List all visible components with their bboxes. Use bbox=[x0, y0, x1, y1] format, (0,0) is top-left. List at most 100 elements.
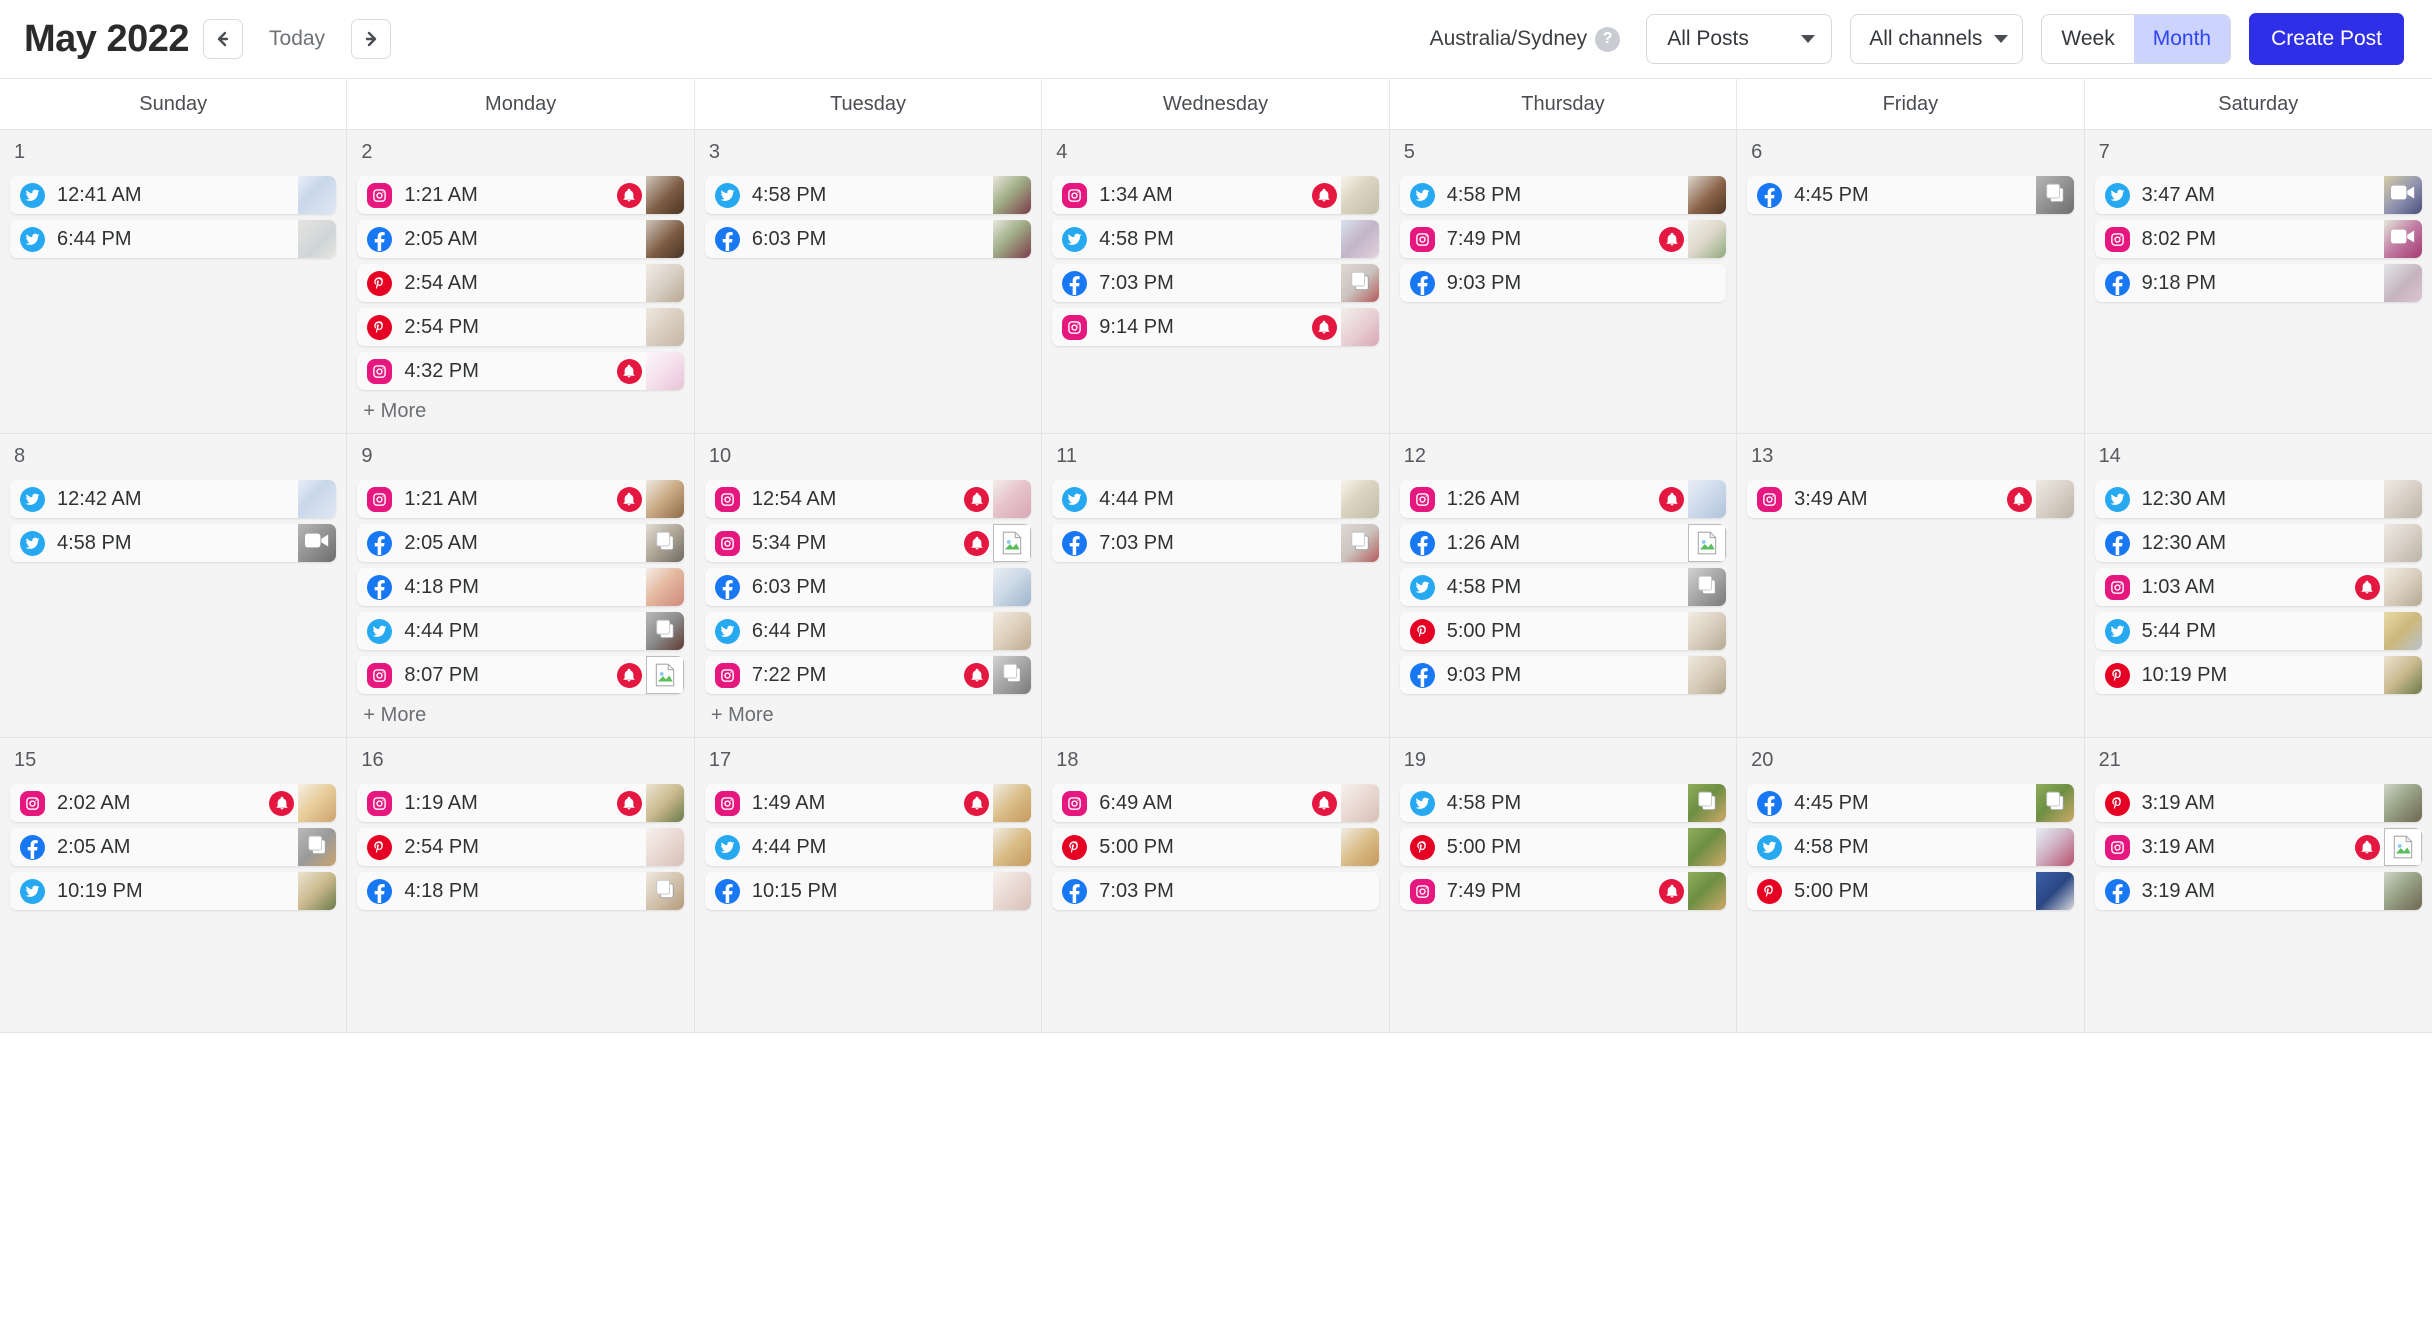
scheduled-post[interactable]: 1:49 AM bbox=[704, 784, 1032, 822]
prev-month-button[interactable] bbox=[203, 19, 244, 59]
calendar-day-cell[interactable]: 20 4:45 PM 4:58 PM 5:00 PM bbox=[1737, 738, 2085, 1032]
notification-bell-icon[interactable] bbox=[964, 486, 990, 512]
channel-filter[interactable]: All channels bbox=[1850, 14, 2024, 64]
notification-bell-icon[interactable] bbox=[964, 790, 990, 816]
calendar-day-cell[interactable]: 10 12:54 AM 5:34 PM 6:03 PM 6:44 PM 7:22 PM + … bbox=[694, 434, 1043, 737]
calendar-day-cell[interactable]: 5 4:58 PM 7:49 PM 9:03 PM bbox=[1389, 130, 1738, 433]
notification-bell-icon[interactable] bbox=[269, 790, 295, 816]
notification-bell-icon[interactable] bbox=[616, 486, 642, 512]
scheduled-post[interactable]: 9:03 PM bbox=[1399, 264, 1727, 302]
scheduled-post[interactable]: 1:26 AM bbox=[1399, 524, 1727, 562]
calendar-day-cell[interactable]: 7 3:47 AM 8:02 PM 9:18 PM bbox=[2084, 130, 2432, 433]
notification-bell-icon[interactable] bbox=[1659, 226, 1685, 252]
scheduled-post[interactable]: 6:49 AM bbox=[1052, 784, 1379, 822]
notification-bell-icon[interactable] bbox=[1659, 486, 1685, 512]
notification-bell-icon[interactable] bbox=[1311, 790, 1337, 816]
scheduled-post[interactable]: 1:21 AM bbox=[357, 480, 684, 518]
scheduled-post[interactable]: 12:30 AM bbox=[2094, 524, 2422, 562]
scheduled-post[interactable]: 10:15 PM bbox=[704, 872, 1032, 910]
post-type-filter[interactable]: All Posts bbox=[1646, 14, 1833, 64]
calendar-day-cell[interactable]: 14 12:30 AM 12:30 AM 1:03 AM 5:44 PM 10:19 PM bbox=[2084, 434, 2432, 737]
more-posts-link[interactable]: + More bbox=[711, 704, 1031, 727]
scheduled-post[interactable]: 7:49 PM bbox=[1399, 872, 1727, 910]
today-button[interactable]: Today bbox=[257, 27, 337, 51]
calendar-day-cell[interactable]: 3 4:58 PM 6:03 PM bbox=[694, 130, 1043, 433]
notification-bell-icon[interactable] bbox=[2354, 834, 2380, 860]
scheduled-post[interactable]: 7:03 PM bbox=[1052, 264, 1379, 302]
calendar-day-cell[interactable]: 1 12:41 AM 6:44 PM bbox=[0, 130, 348, 433]
scheduled-post[interactable]: 7:22 PM bbox=[704, 656, 1032, 694]
calendar-day-cell[interactable]: 4 1:34 AM 4:58 PM 7:03 PM 9:14 PM bbox=[1042, 130, 1390, 433]
scheduled-post[interactable]: 3:19 AM bbox=[2094, 828, 2422, 866]
calendar-day-cell[interactable]: 2 1:21 AM 2:05 AM 2:54 AM 2:54 PM 4:32 PM + Mo… bbox=[347, 130, 695, 433]
scheduled-post[interactable]: 4:58 PM bbox=[1399, 784, 1727, 822]
scheduled-post[interactable]: 5:44 PM bbox=[2094, 612, 2422, 650]
notification-bell-icon[interactable] bbox=[964, 530, 990, 556]
scheduled-post[interactable]: 1:26 AM bbox=[1399, 480, 1727, 518]
scheduled-post[interactable]: 4:44 PM bbox=[357, 612, 684, 650]
scheduled-post[interactable]: 2:54 PM bbox=[357, 308, 684, 346]
notification-bell-icon[interactable] bbox=[1659, 878, 1685, 904]
scheduled-post[interactable]: 3:49 AM bbox=[1747, 480, 2074, 518]
scheduled-post[interactable]: 4:58 PM bbox=[1747, 828, 2074, 866]
notification-bell-icon[interactable] bbox=[616, 662, 642, 688]
calendar-day-cell[interactable]: 15 2:02 AM 2:05 AM 10:19 PM bbox=[0, 738, 348, 1032]
scheduled-post[interactable]: 1:34 AM bbox=[1052, 176, 1379, 214]
scheduled-post[interactable]: 12:42 AM bbox=[10, 480, 337, 518]
scheduled-post[interactable]: 5:00 PM bbox=[1399, 828, 1727, 866]
scheduled-post[interactable]: 9:03 PM bbox=[1399, 656, 1727, 694]
tab-week[interactable]: Week bbox=[2042, 15, 2133, 63]
notification-bell-icon[interactable] bbox=[616, 182, 642, 208]
scheduled-post[interactable]: 4:44 PM bbox=[704, 828, 1032, 866]
scheduled-post[interactable]: 12:30 AM bbox=[2094, 480, 2422, 518]
scheduled-post[interactable]: 9:18 PM bbox=[2094, 264, 2422, 302]
scheduled-post[interactable]: 4:45 PM bbox=[1747, 176, 2074, 214]
notification-bell-icon[interactable] bbox=[616, 790, 642, 816]
calendar-day-cell[interactable]: 19 4:58 PM 5:00 PM 7:49 PM bbox=[1389, 738, 1738, 1032]
scheduled-post[interactable]: 1:21 AM bbox=[357, 176, 684, 214]
scheduled-post[interactable]: 5:00 PM bbox=[1747, 872, 2074, 910]
calendar-day-cell[interactable]: 21 3:19 AM 3:19 AM 3:19 AM bbox=[2084, 738, 2432, 1032]
more-posts-link[interactable]: + More bbox=[363, 704, 683, 727]
scheduled-post[interactable]: 4:58 PM bbox=[1399, 568, 1727, 606]
more-posts-link[interactable]: + More bbox=[363, 400, 683, 423]
scheduled-post[interactable]: 7:49 PM bbox=[1399, 220, 1727, 258]
scheduled-post[interactable]: 6:44 PM bbox=[704, 612, 1032, 650]
calendar-day-cell[interactable]: 11 4:44 PM 7:03 PM bbox=[1042, 434, 1390, 737]
tab-month[interactable]: Month bbox=[2133, 15, 2231, 63]
notification-bell-icon[interactable] bbox=[616, 358, 642, 384]
scheduled-post[interactable]: 9:14 PM bbox=[1052, 308, 1379, 346]
notification-bell-icon[interactable] bbox=[1311, 314, 1337, 340]
scheduled-post[interactable]: 2:05 AM bbox=[357, 524, 684, 562]
scheduled-post[interactable]: 1:03 AM bbox=[2094, 568, 2422, 606]
scheduled-post[interactable]: 4:18 PM bbox=[357, 568, 684, 606]
notification-bell-icon[interactable] bbox=[2354, 574, 2380, 600]
calendar-day-cell[interactable]: 17 1:49 AM 4:44 PM 10:15 PM bbox=[694, 738, 1043, 1032]
scheduled-post[interactable]: 4:18 PM bbox=[357, 872, 684, 910]
scheduled-post[interactable]: 12:41 AM bbox=[10, 176, 337, 214]
calendar-day-cell[interactable]: 9 1:21 AM 2:05 AM 4:18 PM 4:44 PM 8:07 PM + Mo… bbox=[347, 434, 695, 737]
calendar-day-cell[interactable]: 18 6:49 AM 5:00 PM 7:03 PM bbox=[1042, 738, 1390, 1032]
calendar-day-cell[interactable]: 13 3:49 AM bbox=[1737, 434, 2085, 737]
scheduled-post[interactable]: 2:05 AM bbox=[357, 220, 684, 258]
scheduled-post[interactable]: 10:19 PM bbox=[10, 872, 337, 910]
next-month-button[interactable] bbox=[351, 19, 392, 59]
scheduled-post[interactable]: 3:19 AM bbox=[2094, 784, 2422, 822]
calendar-day-cell[interactable]: 8 12:42 AM 4:58 PM bbox=[0, 434, 348, 737]
scheduled-post[interactable]: 12:54 AM bbox=[704, 480, 1032, 518]
help-icon[interactable]: ? bbox=[1595, 26, 1621, 52]
create-post-button[interactable]: Create Post bbox=[2249, 13, 2404, 65]
calendar-day-cell[interactable]: 12 1:26 AM 1:26 AM 4:58 PM 5:00 PM 9:03 PM bbox=[1389, 434, 1738, 737]
scheduled-post[interactable]: 5:00 PM bbox=[1052, 828, 1379, 866]
calendar-day-cell[interactable]: 16 1:19 AM 2:54 PM 4:18 PM bbox=[347, 738, 695, 1032]
scheduled-post[interactable]: 2:54 PM bbox=[357, 828, 684, 866]
scheduled-post[interactable]: 5:34 PM bbox=[704, 524, 1032, 562]
scheduled-post[interactable]: 4:58 PM bbox=[1052, 220, 1379, 258]
scheduled-post[interactable]: 4:58 PM bbox=[1399, 176, 1727, 214]
scheduled-post[interactable]: 4:58 PM bbox=[704, 176, 1032, 214]
scheduled-post[interactable]: 5:00 PM bbox=[1399, 612, 1727, 650]
scheduled-post[interactable]: 1:19 AM bbox=[357, 784, 684, 822]
scheduled-post[interactable]: 2:02 AM bbox=[10, 784, 337, 822]
scheduled-post[interactable]: 4:44 PM bbox=[1052, 480, 1379, 518]
scheduled-post[interactable]: 4:32 PM bbox=[357, 352, 684, 390]
